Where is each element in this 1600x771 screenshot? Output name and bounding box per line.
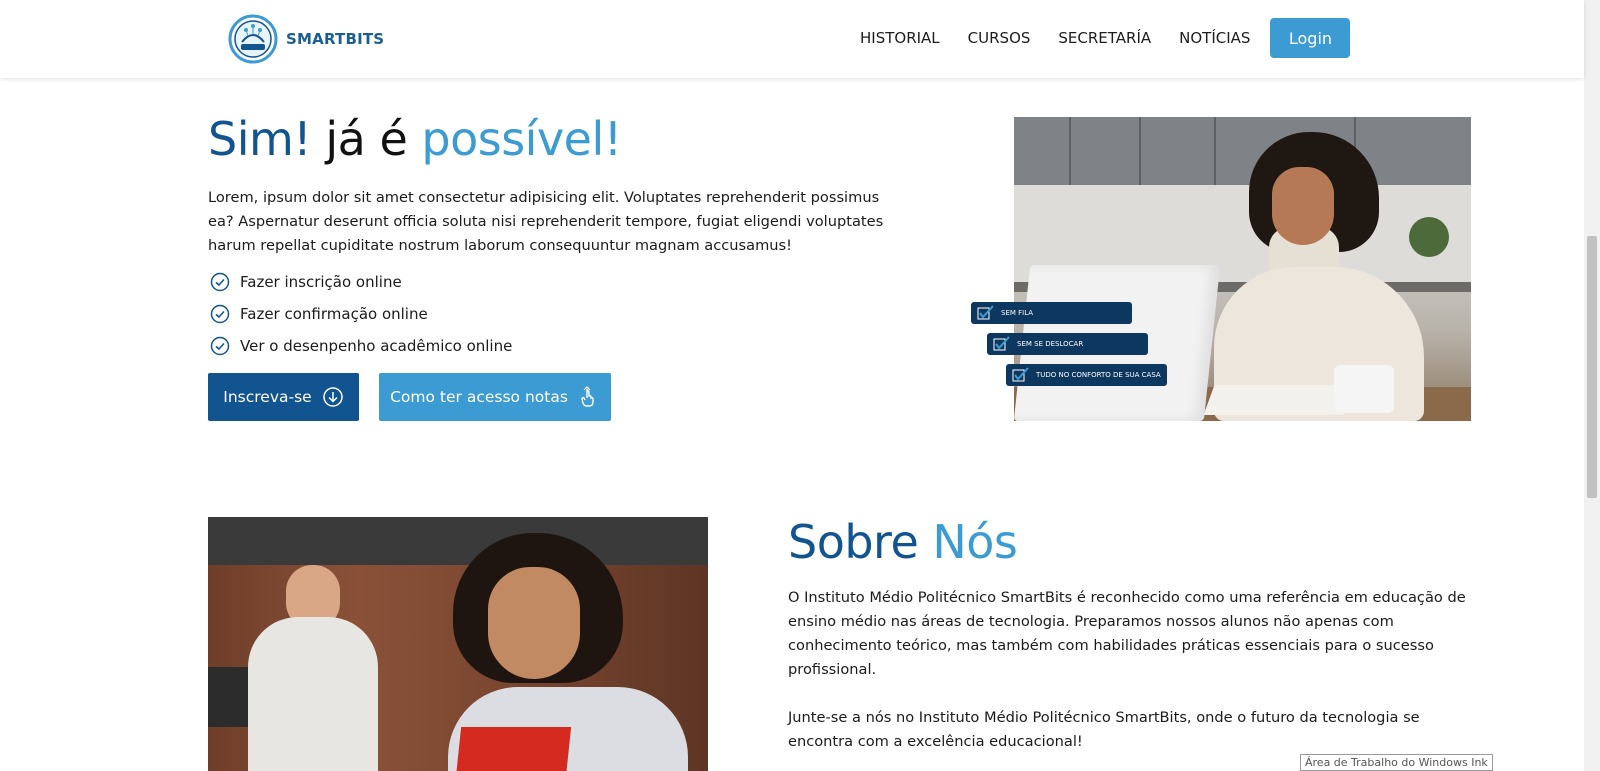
about-title: Sobre Nós xyxy=(788,515,1018,569)
person-face xyxy=(1272,167,1334,245)
feature-label: Fazer confirmação online xyxy=(240,305,428,323)
list-item: Ver o desenpenho acadêmico online xyxy=(210,330,512,362)
about-title-part1: Sobre xyxy=(788,515,919,569)
badge-no-queue: SEM FILA xyxy=(971,302,1132,324)
hero-title-part2: já é xyxy=(325,112,408,166)
list-item: Fazer inscrição online xyxy=(210,266,512,298)
cabinet-divider xyxy=(1139,117,1141,185)
hero-title-part1: Sim! xyxy=(208,112,312,166)
login-button[interactable]: Login xyxy=(1270,18,1351,58)
scrollbar[interactable] xyxy=(1584,0,1600,771)
windows-ink-tooltip: Área de Trabalho do Windows Ink xyxy=(1300,754,1493,771)
check-icon xyxy=(977,305,994,320)
signup-button-label: Inscreva-se xyxy=(223,388,312,406)
woman-face xyxy=(488,567,580,679)
nav-item-secretaria[interactable]: SECRETARÍA xyxy=(1058,18,1151,58)
hero-title: Sim! já é possível! xyxy=(208,112,622,166)
kitchen-cabinet xyxy=(1014,117,1471,185)
grades-access-button-label: Como ter acesso notas xyxy=(390,388,568,406)
logo-text: SMARTBITS xyxy=(286,30,385,48)
smartbits-logo-icon xyxy=(228,14,278,64)
check-circle-icon xyxy=(210,272,230,292)
signup-button[interactable]: Inscreva-se xyxy=(208,373,359,421)
feature-list: Fazer inscrição online Fazer confirmação… xyxy=(210,266,512,362)
about-title-part2: Nós xyxy=(932,515,1018,569)
scrollbar-thumb[interactable] xyxy=(1587,236,1597,498)
list-item: Fazer confirmação online xyxy=(210,298,512,330)
about-paragraph-2: Junte-se a nós no Instituto Médio Polité… xyxy=(788,709,1420,750)
hero-title-part3: possível! xyxy=(421,112,622,166)
man-shirt xyxy=(248,617,378,771)
feature-label: Ver o desenpenho acadêmico online xyxy=(240,337,513,355)
feature-label: Fazer inscrição online xyxy=(240,273,402,291)
nav-item-cursos[interactable]: CURSOS xyxy=(968,18,1031,58)
plant xyxy=(1409,217,1449,257)
about-paragraph-1: O Instituto Médio Politécnico SmartBits … xyxy=(788,589,1466,678)
badge-home-comfort: TUDO NO CONFORTO DE SUA CASA xyxy=(1006,364,1167,386)
badge-no-travel: SEM SE DESLOCAR xyxy=(987,333,1148,355)
arrow-down-circle-icon xyxy=(322,387,343,407)
red-folder xyxy=(454,727,572,771)
paper xyxy=(1203,385,1355,415)
badge-label: TUDO NO CONFORTO DE SUA CASA xyxy=(1036,371,1161,379)
logo[interactable]: SMARTBITS xyxy=(228,14,384,64)
check-icon xyxy=(993,336,1010,351)
cabinet-divider xyxy=(1214,117,1216,185)
site-header: SMARTBITS HISTORIAL CURSOS SECRETARÍA NO… xyxy=(0,0,1584,78)
cabinet-divider xyxy=(1069,117,1071,185)
about-image xyxy=(208,517,708,771)
nav-item-noticias[interactable]: NOTÍCIAS xyxy=(1179,18,1250,58)
hand-pointer-icon xyxy=(581,386,594,407)
ceiling xyxy=(208,517,708,565)
badge-label: SEM SE DESLOCAR xyxy=(1017,340,1084,348)
main-nav: HISTORIAL CURSOS SECRETARÍA NOTÍCIAS Log… xyxy=(860,18,1351,58)
mug xyxy=(1334,365,1394,413)
badge-label: SEM FILA xyxy=(1001,309,1034,317)
check-circle-icon xyxy=(210,304,230,324)
grades-access-button[interactable]: Como ter acesso notas xyxy=(379,373,611,421)
nav-item-historial[interactable]: HISTORIAL xyxy=(860,18,940,58)
hero-description: Lorem, ipsum dolor sit amet consectetur … xyxy=(208,189,884,254)
check-icon xyxy=(1012,367,1029,382)
check-circle-icon xyxy=(210,336,230,356)
